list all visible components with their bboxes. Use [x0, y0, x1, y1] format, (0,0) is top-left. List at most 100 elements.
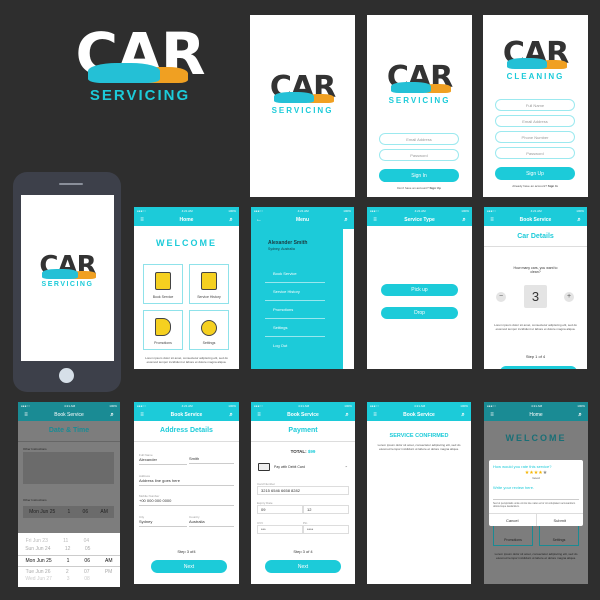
next-button[interactable]: Next: [151, 560, 227, 573]
hamburger-icon[interactable]: ≡: [22, 412, 30, 418]
menu-item-settings[interactable]: Settings: [265, 325, 325, 337]
city-select[interactable]: Sydney: [139, 519, 187, 527]
status-bar: ●●●○○ 4:21 AM 100%: [484, 402, 588, 409]
search-icon[interactable]: ⌕: [576, 412, 584, 419]
home-button[interactable]: [59, 368, 74, 383]
decrement-button[interactable]: −: [496, 292, 506, 302]
search-icon[interactable]: ⌕: [342, 217, 350, 224]
expiry-year-select[interactable]: 12: [303, 505, 349, 514]
picker-row[interactable]: Fri Jun 23 11 04: [18, 538, 120, 544]
expiry-month-select[interactable]: 09: [257, 505, 303, 514]
section-heading: Date & Time: [48, 427, 90, 434]
hamburger-icon[interactable]: ≡: [488, 217, 496, 223]
search-icon[interactable]: ⌕: [108, 412, 116, 419]
drop-button[interactable]: Drop: [381, 307, 458, 319]
status-bar: ●●●○○ 4:21 AM 100%: [367, 207, 472, 214]
carrier: ●●●○○: [370, 403, 380, 408]
sign-up-button[interactable]: Sign Up: [495, 167, 575, 180]
selected-datetime-field[interactable]: Mon Jun 25 1 06 AM: [23, 506, 114, 518]
datetime-picker[interactable]: Fri Jun 23 11 04 Sun Jun 24 12 05 Mon Jun 25…: [18, 533, 120, 587]
picker-minute: 06: [84, 558, 90, 564]
menu-item-promotions[interactable]: Promotions: [265, 307, 325, 319]
lorem-text: Lorem ipsum dolor sit amet, consectetur …: [494, 323, 577, 331]
tile-book-service[interactable]: Book Service: [143, 264, 183, 304]
status-bar: ●●●○○ 4:21 AM 100%: [18, 402, 120, 409]
country-select[interactable]: Australia: [189, 519, 234, 527]
sign-in-button[interactable]: Sign In: [379, 169, 459, 182]
hamburger-icon[interactable]: ≡: [138, 412, 146, 418]
picker-row[interactable]: Tue Jun 26 2 07 PM: [18, 569, 120, 575]
hamburger-icon[interactable]: ≡: [371, 412, 379, 418]
nav-title: Book Service: [54, 412, 84, 418]
hamburger-icon[interactable]: ≡: [138, 217, 146, 223]
signup-link[interactable]: Sign Up: [429, 186, 440, 190]
chevron-up-icon: ⌃: [344, 464, 348, 470]
instructions-textarea[interactable]: [23, 452, 114, 484]
tile-settings[interactable]: Settings: [189, 310, 229, 350]
star-icon[interactable]: ★: [543, 470, 547, 476]
last-name-field[interactable]: Smith: [189, 456, 234, 464]
step-indicator: Step 3 of 4: [293, 549, 313, 554]
tile-service-history[interactable]: Service History: [189, 264, 229, 304]
payment-method-row[interactable]: Pay with Debit Card ⌃: [258, 462, 348, 472]
search-icon[interactable]: ⌕: [343, 412, 351, 419]
hamburger-icon[interactable]: ≡: [255, 412, 263, 418]
next-button[interactable]: Next: [500, 366, 577, 369]
submit-button[interactable]: Submit: [537, 514, 584, 526]
address-field[interactable]: Address line goes here: [139, 478, 234, 486]
picker-date: Mon Jun 25: [25, 558, 52, 564]
user-location: Sydney, Australia: [268, 247, 295, 251]
divider: [18, 441, 120, 442]
nav-bar: ← Menu ⌕: [251, 214, 354, 226]
email-field[interactable]: Email Address: [379, 133, 459, 145]
menu-item-log-out[interactable]: Log Out: [265, 343, 325, 354]
credit-card-icon: [258, 463, 270, 471]
pin-field[interactable]: ****: [303, 525, 349, 534]
status-bar: ●●●○○ 4:21 AM 100%: [134, 207, 239, 214]
increment-button[interactable]: +: [564, 292, 574, 302]
tile-label: Promotions: [154, 341, 172, 345]
review-textarea[interactable]: Sed ut perspiciatis unde omnis iste natu…: [493, 499, 579, 508]
status-bar: ●●●○○ 4:21 AM 100%: [367, 402, 471, 409]
tile-promotions[interactable]: Promotions: [143, 310, 183, 350]
cvv-field[interactable]: ***: [257, 525, 303, 534]
cancel-button[interactable]: Cancel: [489, 514, 537, 526]
first-name-field[interactable]: Alexander: [139, 457, 187, 465]
hamburger-icon[interactable]: ≡: [488, 412, 496, 418]
next-button[interactable]: Next: [265, 560, 341, 573]
search-icon[interactable]: ⌕: [227, 412, 235, 419]
rating-question: How would you rate this service?: [493, 464, 552, 469]
lorem-text: Lorem ipsum dolor sit amet, consectetur …: [145, 356, 228, 364]
nav-title: Book Service: [170, 412, 203, 418]
search-icon[interactable]: ⌕: [227, 217, 235, 224]
picker-row[interactable]: Sun Jun 24 12 05: [18, 546, 120, 552]
picker-hour: 11: [63, 538, 69, 544]
nav-title: Home: [529, 412, 543, 418]
password-field[interactable]: Password: [495, 147, 575, 159]
welcome-heading: WELCOME: [505, 433, 567, 443]
divider: [251, 441, 355, 442]
search-icon[interactable]: ⌕: [575, 217, 583, 224]
menu-item-book-service[interactable]: Book Service: [265, 271, 325, 283]
email-field[interactable]: Email Address: [495, 115, 575, 127]
signin-link[interactable]: Sign In: [548, 184, 558, 188]
search-icon[interactable]: ⌕: [460, 217, 468, 224]
mobile-field[interactable]: +00 000 000 0000: [139, 498, 234, 506]
hamburger-icon[interactable]: ≡: [371, 217, 379, 223]
phone-field[interactable]: Phone Number: [495, 131, 575, 143]
picker-ampm: [105, 576, 113, 582]
logo-tagline: SERVICING: [41, 281, 94, 288]
rating-screen: ●●●○○ 4:21 AM 100% ≡ Home ⌕ WELCOME Promo…: [484, 402, 588, 584]
back-arrow-icon[interactable]: ←: [255, 217, 263, 223]
pickup-button[interactable]: Pick up: [381, 284, 458, 296]
status-bar: ●●●○○ 4:21 AM 100%: [251, 207, 354, 214]
picker-row-selected[interactable]: Mon Jun 25 1 06 AM: [18, 555, 120, 567]
user-name: Alexander Smith: [268, 240, 308, 246]
card-number-field[interactable]: 3215 6546 6658 8282: [257, 486, 349, 495]
fullname-field[interactable]: Full Name: [495, 99, 575, 111]
menu-item-service-history[interactable]: Service History: [265, 289, 325, 301]
search-icon[interactable]: ⌕: [459, 412, 467, 419]
time: 4:21 AM: [181, 403, 193, 408]
picker-row[interactable]: Wed Jun 27 3 08: [18, 576, 120, 582]
password-field[interactable]: Password: [379, 149, 459, 161]
